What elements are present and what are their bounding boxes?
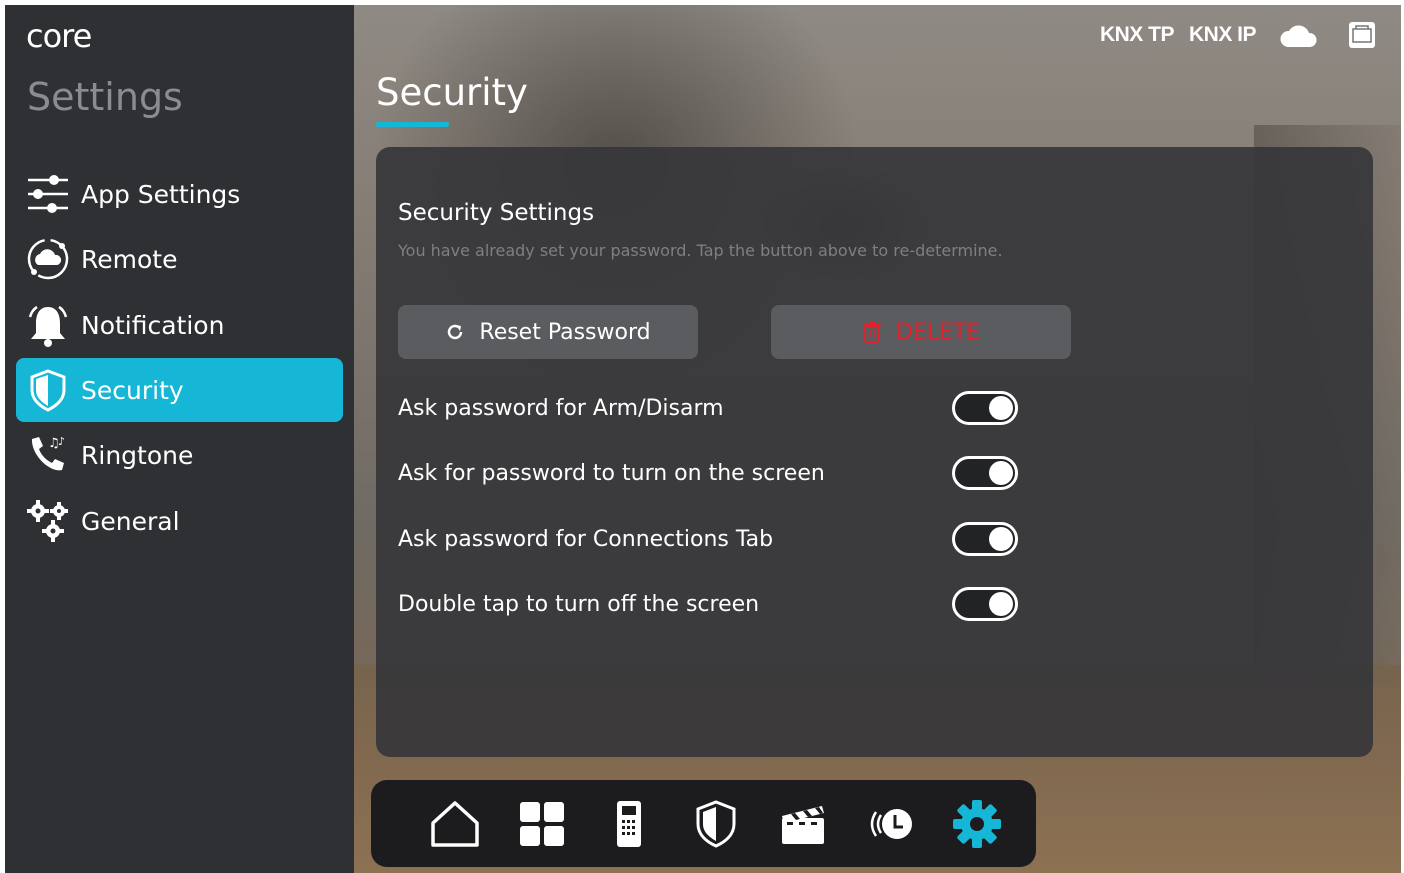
sidebar-item-app-settings[interactable]: App Settings <box>16 162 343 226</box>
svg-text:♪: ♪ <box>58 435 65 448</box>
section-description: You have already set your password. Tap … <box>398 241 1003 260</box>
main-content: KNX TP KNX IP Security Security Settings… <box>354 5 1401 873</box>
status-bar: KNX TP KNX IP <box>1100 21 1376 49</box>
grid-icon <box>518 800 566 848</box>
toggle-row-connections-tab: Ask password for Connections Tab <box>398 519 1018 559</box>
schedule-icon <box>864 804 916 844</box>
delete-button[interactable]: DELETE <box>771 305 1071 359</box>
sidebar-item-ringtone[interactable]: ♫ ♪ Ringtone <box>16 423 343 487</box>
screen-on-password-toggle[interactable] <box>952 456 1018 490</box>
shield-icon <box>693 799 739 849</box>
dock-home[interactable] <box>411 780 498 867</box>
dock-schedules[interactable] <box>846 780 933 867</box>
reset-password-label: Reset Password <box>479 319 651 345</box>
sidebar-item-label: Security <box>81 375 184 405</box>
cloud-sync-icon <box>25 236 71 282</box>
sidebar-item-remote[interactable]: Remote <box>16 227 343 291</box>
sidebar-item-label: Remote <box>81 244 178 274</box>
dock-security[interactable] <box>672 780 759 867</box>
toggle-row-screen-on: Ask for password to turn on the screen <box>398 453 1018 493</box>
app-frame: core Settings App Settings Remote Notifi… <box>5 5 1401 873</box>
knx-tp-status: KNX TP <box>1099 23 1175 46</box>
sidebar-heading: Settings <box>27 75 183 119</box>
section-title: Security Settings <box>398 200 595 226</box>
toggle-row-arm-disarm: Ask password for Arm/Disarm <box>398 388 1018 428</box>
bell-icon <box>25 302 71 348</box>
connections-tab-toggle[interactable] <box>952 522 1018 556</box>
sidebar-item-label: General <box>81 506 180 536</box>
sidebar-item-security[interactable]: Security <box>16 358 343 422</box>
toggle-label: Double tap to turn off the screen <box>398 591 760 617</box>
double-tap-toggle[interactable] <box>952 587 1018 621</box>
sidebar: core Settings App Settings Remote Notifi… <box>5 5 354 873</box>
reset-password-button[interactable]: Reset Password <box>398 305 698 359</box>
delete-label: DELETE <box>895 319 981 345</box>
toggle-knob <box>989 396 1013 420</box>
toggle-knob <box>989 592 1013 616</box>
phone-music-icon: ♫ ♪ <box>25 432 71 478</box>
shield-icon <box>25 367 71 413</box>
sidebar-item-label: App Settings <box>81 179 241 209</box>
ethernet-icon <box>1348 21 1376 49</box>
cloud-icon <box>1279 21 1319 49</box>
dock-intercom[interactable] <box>585 780 672 867</box>
home-icon <box>429 799 481 849</box>
gears-icon <box>25 498 71 544</box>
toggle-knob <box>989 461 1013 485</box>
sidebar-item-label: Notification <box>81 310 225 340</box>
toggle-label: Ask password for Connections Tab <box>398 526 774 552</box>
dock-rooms[interactable] <box>498 780 585 867</box>
page-title: Security <box>376 71 528 114</box>
toggle-label: Ask password for Arm/Disarm <box>398 395 724 421</box>
dock-scenes[interactable] <box>759 780 846 867</box>
toggle-row-double-tap: Double tap to turn off the screen <box>398 584 1018 624</box>
knx-ip-status: KNX IP <box>1188 23 1257 46</box>
refresh-icon <box>445 322 465 342</box>
sidebar-item-label: Ringtone <box>81 440 194 470</box>
toggle-knob <box>989 527 1013 551</box>
title-underline <box>376 122 449 127</box>
settings-gear-icon <box>951 798 1003 850</box>
intercom-icon <box>614 799 644 849</box>
dock-settings[interactable] <box>933 780 1020 867</box>
sliders-icon <box>25 171 71 217</box>
security-panel: Security Settings You have already set y… <box>376 147 1373 757</box>
bottom-dock <box>371 780 1036 867</box>
sidebar-item-notification[interactable]: Notification <box>16 293 343 357</box>
toggle-label: Ask for password to turn on the screen <box>398 460 825 486</box>
arm-disarm-toggle[interactable] <box>952 391 1018 425</box>
sidebar-item-general[interactable]: General <box>16 489 343 553</box>
clapperboard-icon <box>779 802 827 846</box>
brand-logo: core <box>26 17 92 55</box>
trash-icon <box>862 321 882 343</box>
